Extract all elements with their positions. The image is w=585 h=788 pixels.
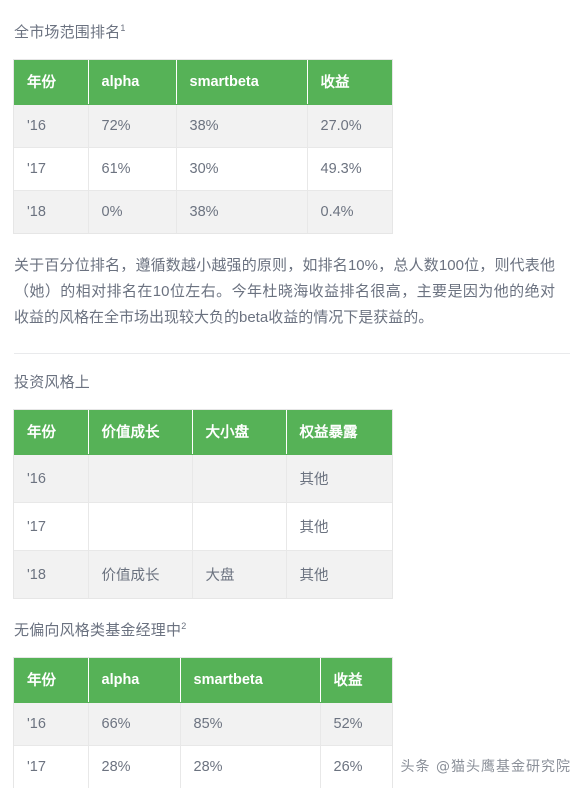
section-heading-2: 投资风格上 — [14, 372, 571, 394]
cell-cap-size — [192, 455, 286, 503]
cell-smartbeta: 85% — [180, 703, 320, 746]
cell-smartbeta: 38% — [176, 105, 307, 148]
column-header-return: 收益 — [307, 60, 392, 105]
section-heading-1-superscript: 1 — [120, 23, 125, 33]
cell-value-growth — [88, 455, 192, 503]
cell-alpha: 66% — [88, 703, 180, 746]
column-header-value-growth: 价值成长 — [88, 410, 192, 455]
table-header-row: 年份 alpha smartbeta 收益 — [14, 658, 392, 703]
table-header-row: 年份 价值成长 大小盘 权益暴露 — [14, 410, 392, 455]
table-market-wide-ranking: 年份 alpha smartbeta 收益 '16 72% 38% 27.0% … — [14, 60, 392, 233]
section-heading-2-superscript — [90, 373, 93, 383]
section-heading-1-text: 全市场范围排名 — [14, 24, 120, 41]
section-heading-1: 全市场范围排名1 — [14, 22, 571, 44]
table-row: '16 72% 38% 27.0% — [14, 105, 392, 148]
cell-return: 52% — [320, 703, 392, 746]
spacer — [14, 598, 571, 620]
cell-alpha: 28% — [88, 746, 180, 788]
column-header-smartbeta: smartbeta — [180, 658, 320, 703]
table-row: '16 66% 85% 52% — [14, 703, 392, 746]
column-header-alpha: alpha — [88, 60, 176, 105]
column-header-cap-size: 大小盘 — [192, 410, 286, 455]
cell-year: '17 — [14, 746, 88, 788]
cell-smartbeta: 30% — [176, 148, 307, 191]
cell-return: 26% — [320, 746, 392, 788]
cell-alpha: 72% — [88, 105, 176, 148]
column-header-smartbeta: smartbeta — [176, 60, 307, 105]
cell-year: '16 — [14, 703, 88, 746]
cell-alpha: 61% — [88, 148, 176, 191]
table-row: '17 28% 28% 26% — [14, 746, 392, 788]
cell-equity-exposure: 其他 — [286, 551, 392, 599]
table-row: '17 其他 — [14, 503, 392, 551]
cell-value-growth: 价值成长 — [88, 551, 192, 599]
cell-return: 49.3% — [307, 148, 392, 191]
cell-return: 27.0% — [307, 105, 392, 148]
cell-cap-size: 大盘 — [192, 551, 286, 599]
cell-year: '16 — [14, 455, 88, 503]
column-header-year: 年份 — [14, 60, 88, 105]
table-header-row: 年份 alpha smartbeta 收益 — [14, 60, 392, 105]
column-header-equity-exposure: 权益暴露 — [286, 410, 392, 455]
section-heading-3-superscript: 2 — [181, 621, 186, 631]
cell-year: '17 — [14, 148, 88, 191]
table-row: '18 价值成长 大盘 其他 — [14, 551, 392, 599]
column-header-return: 收益 — [320, 658, 392, 703]
table-row: '18 0% 38% 0.4% — [14, 191, 392, 234]
cell-year: '17 — [14, 503, 88, 551]
cell-value-growth — [88, 503, 192, 551]
table-investment-style: 年份 价值成长 大小盘 权益暴露 '16 其他 '17 其他 '18 价 — [14, 410, 392, 598]
cell-year: '16 — [14, 105, 88, 148]
cell-equity-exposure: 其他 — [286, 503, 392, 551]
table-row: '17 61% 30% 49.3% — [14, 148, 392, 191]
column-header-year: 年份 — [14, 410, 88, 455]
cell-equity-exposure: 其他 — [286, 455, 392, 503]
cell-alpha: 0% — [88, 191, 176, 234]
article-body: 全市场范围排名1 年份 alpha smartbeta 收益 '16 72% 3… — [0, 0, 585, 788]
cell-cap-size — [192, 503, 286, 551]
column-header-alpha: alpha — [88, 658, 180, 703]
cell-year: '18 — [14, 191, 88, 234]
watermark: 头条 @猫头鹰基金研究院 — [401, 756, 571, 776]
column-header-year: 年份 — [14, 658, 88, 703]
spacer — [14, 354, 571, 372]
cell-return: 0.4% — [307, 191, 392, 234]
cell-smartbeta: 28% — [180, 746, 320, 788]
section-heading-2-text: 投资风格上 — [14, 374, 90, 391]
explanatory-paragraph: 关于百分位排名，遵循数越小越强的原则，如排名10%，总人数100位，则代表他（她… — [14, 253, 571, 331]
cell-smartbeta: 38% — [176, 191, 307, 234]
table-row: '16 其他 — [14, 455, 392, 503]
section-heading-3: 无偏向风格类基金经理中2 — [14, 620, 571, 642]
cell-year: '18 — [14, 551, 88, 599]
section-heading-3-text: 无偏向风格类基金经理中 — [14, 622, 181, 639]
table-unbiased-style-managers: 年份 alpha smartbeta 收益 '16 66% 85% 52% '1… — [14, 658, 392, 788]
